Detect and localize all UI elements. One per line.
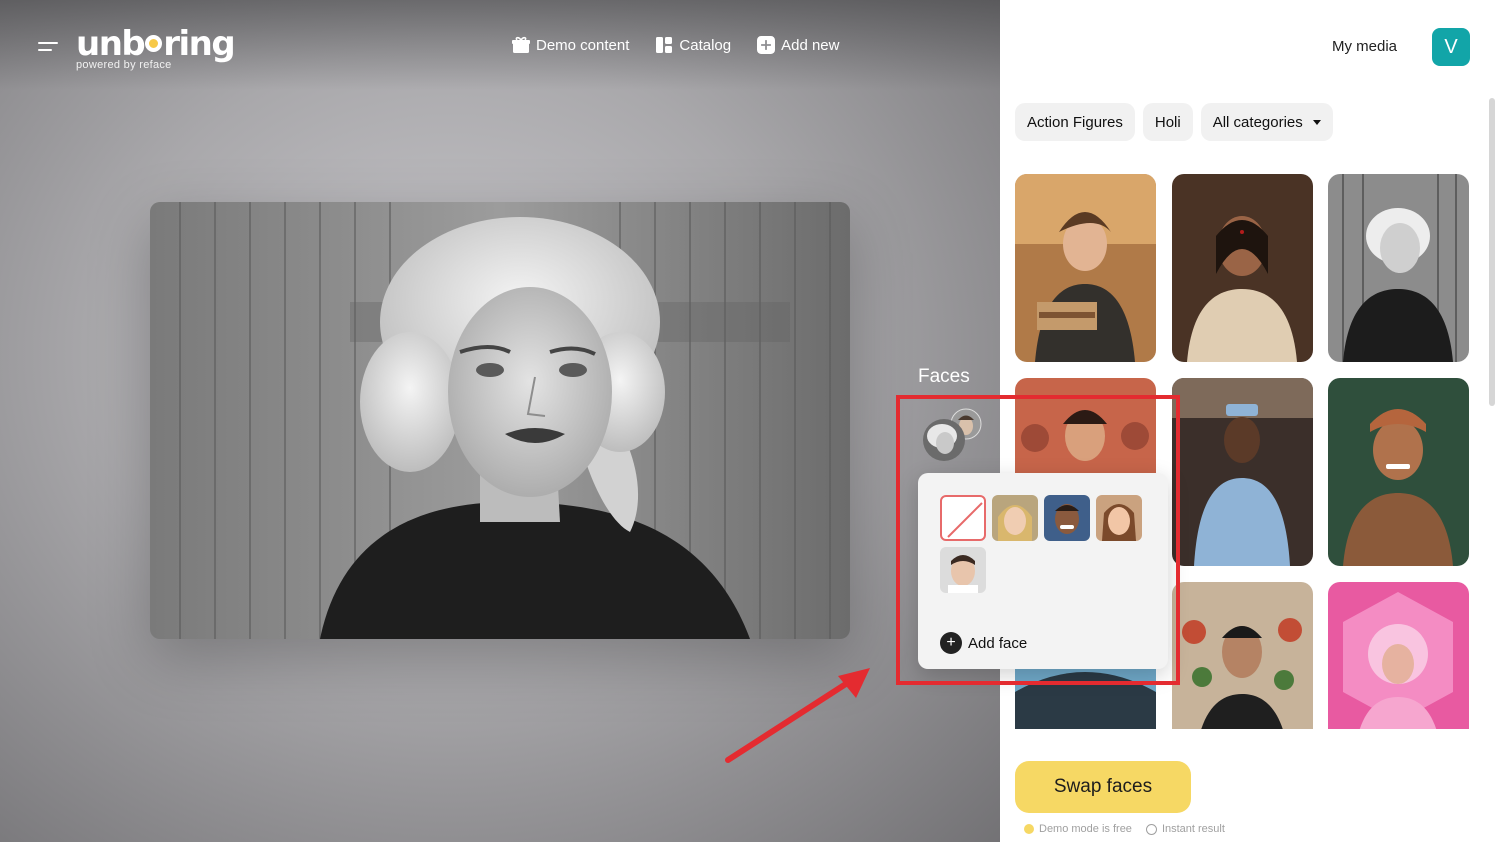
- gift-icon: [512, 36, 530, 54]
- logo-o-dot: [145, 35, 163, 52]
- annotation-arrow-icon: [725, 668, 870, 763]
- instant-result-label: Instant result: [1161, 823, 1225, 835]
- logo-wordmark: unb ring: [76, 24, 236, 64]
- nav-catalog[interactable]: Catalog: [655, 36, 731, 54]
- footer-notes: Demo mode is free Instant result: [1024, 823, 1225, 835]
- hamburger-menu-icon[interactable]: [38, 40, 60, 54]
- editor-stage: unb ring powered by reface Demo content C…: [0, 0, 1000, 842]
- no-face-option[interactable]: [940, 495, 986, 541]
- add-face-label: Add face: [968, 634, 1028, 652]
- right-panel: My media V Action Figures Holi All categ…: [1000, 0, 1500, 842]
- saved-face-4[interactable]: [940, 547, 986, 593]
- gallery-item-smiling-man[interactable]: [1328, 378, 1469, 566]
- nav-demo-content-label: Demo content: [536, 36, 630, 54]
- gallery-item-indian-woman[interactable]: [1172, 174, 1313, 362]
- plus-circle-icon: +: [940, 632, 962, 654]
- swap-faces-button[interactable]: Swap faces: [1015, 761, 1191, 813]
- all-categories-dropdown[interactable]: All categories: [1200, 103, 1333, 141]
- instant-result-note: Instant result: [1145, 823, 1225, 835]
- face-selector-popup: + Add face: [918, 473, 1168, 669]
- category-chip-action-figures[interactable]: Action Figures: [1015, 103, 1135, 141]
- main-photo-preview: [150, 202, 850, 639]
- category-chip-holi[interactable]: Holi: [1142, 103, 1193, 141]
- gallery-item-student-books[interactable]: [1015, 174, 1156, 362]
- add-face-button[interactable]: + Add face: [940, 632, 1027, 654]
- saved-face-2[interactable]: [1044, 495, 1090, 541]
- gallery-item-marilyn-bw[interactable]: [1328, 174, 1469, 362]
- demo-mode-note: Demo mode is free: [1024, 823, 1132, 835]
- caret-down-icon: [1312, 119, 1321, 125]
- user-avatar[interactable]: V: [1432, 28, 1470, 66]
- nav-demo-content[interactable]: Demo content: [512, 36, 629, 54]
- saved-faces-grid: [940, 495, 1142, 593]
- nav-add-new[interactable]: Add new: [757, 36, 839, 54]
- my-media-link[interactable]: My media: [1332, 38, 1397, 55]
- plus-square-icon: [757, 36, 776, 54]
- app-logo[interactable]: unb ring powered by reface: [76, 24, 236, 71]
- coin-icon: [1024, 824, 1034, 834]
- gallery-item-floral-portrait[interactable]: [1172, 582, 1313, 729]
- demo-mode-label: Demo mode is free: [1039, 823, 1132, 835]
- catalog-icon: [655, 36, 673, 54]
- nav-add-new-label: Add new: [781, 36, 840, 54]
- gallery-item-flight-attendant[interactable]: [1172, 378, 1313, 566]
- saved-face-1[interactable]: [992, 495, 1038, 541]
- saved-face-3[interactable]: [1096, 495, 1142, 541]
- gallery-item-pink-astronaut[interactable]: [1328, 582, 1469, 729]
- top-nav: Demo content Catalog Add new: [512, 36, 839, 54]
- category-chips: Action Figures Holi All categories: [1015, 103, 1333, 141]
- nav-catalog-label: Catalog: [679, 36, 732, 54]
- clock-icon: [1145, 823, 1157, 835]
- detected-faces-button[interactable]: [920, 408, 984, 464]
- faces-title: Faces: [918, 366, 970, 387]
- gallery-scrollbar[interactable]: [1489, 98, 1495, 406]
- all-categories-label: All categories: [1212, 113, 1303, 131]
